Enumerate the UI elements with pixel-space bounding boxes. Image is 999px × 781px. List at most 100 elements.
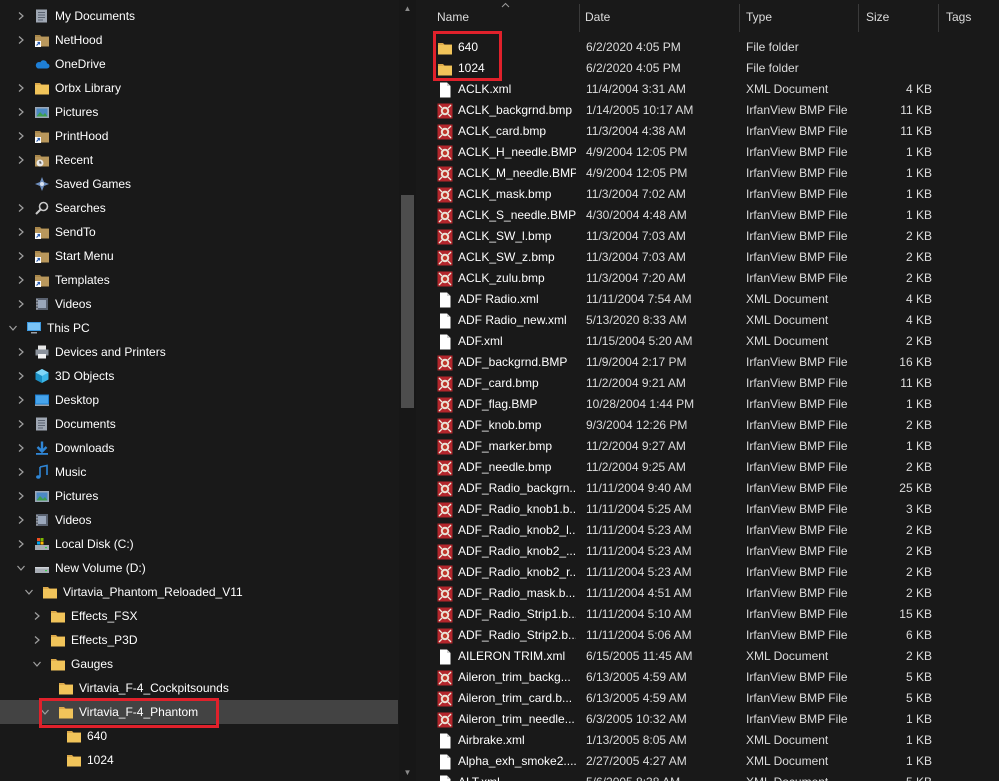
- column-header-name[interactable]: Name: [437, 10, 469, 24]
- nav-item[interactable]: Orbx Library: [0, 76, 398, 100]
- nav-item[interactable]: Downloads: [0, 436, 398, 460]
- chevron-right-icon[interactable]: [14, 4, 28, 28]
- file-row[interactable]: AILERON TRIM.xml 6/15/2005 11:45 AM XML Do…: [417, 645, 999, 666]
- chevron-right-icon[interactable]: [14, 100, 28, 124]
- nav-item[interactable]: Saved Games: [0, 172, 398, 196]
- file-row[interactable]: Airbrake.xml 1/13/2005 8:05 AM XML Documen…: [417, 729, 999, 750]
- file-row[interactable]: ACLK.xml 11/4/2004 3:31 AM XML Document 4 K…: [417, 78, 999, 99]
- nav-item[interactable]: Virtavia_Phantom_Reloaded_V11: [0, 580, 398, 604]
- nav-item[interactable]: My Documents: [0, 4, 398, 28]
- nav-item[interactable]: 3D Objects: [0, 364, 398, 388]
- chevron-right-icon[interactable]: [14, 460, 28, 484]
- file-row[interactable]: ADF_Radio_mask.b... 11/11/2004 4:51 AM Irf…: [417, 582, 999, 603]
- nav-item[interactable]: Devices and Printers: [0, 340, 398, 364]
- column-header-tags[interactable]: Tags: [946, 10, 971, 24]
- file-row[interactable]: ADF.xml 11/15/2004 5:20 AM XML Document 2 K…: [417, 330, 999, 351]
- file-row[interactable]: ADF_Radio_Strip1.b... 11/11/2004 5:10 AM I…: [417, 603, 999, 624]
- chevron-right-icon[interactable]: [14, 220, 28, 244]
- file-row[interactable]: ADF Radio_new.xml 5/13/2020 8:33 AM XML Do…: [417, 309, 999, 330]
- nav-item[interactable]: SendTo: [0, 220, 398, 244]
- file-row[interactable]: ADF_Radio_knob2_... 11/11/2004 5:23 AM Irf…: [417, 540, 999, 561]
- file-row[interactable]: ACLK_M_needle.BMP 4/9/2004 12:05 PM IrfanV…: [417, 162, 999, 183]
- file-row[interactable]: ADF_card.bmp 11/2/2004 9:21 AM IrfanView B…: [417, 372, 999, 393]
- file-row[interactable]: ADF_needle.bmp 11/2/2004 9:25 AM IrfanView…: [417, 456, 999, 477]
- file-row[interactable]: ADF_flag.BMP 10/28/2004 1:44 PM IrfanView …: [417, 393, 999, 414]
- nav-item[interactable]: This PC: [0, 316, 398, 340]
- chevron-right-icon[interactable]: [30, 628, 44, 652]
- file-row[interactable]: 640 6/2/2020 4:05 PM File folder: [417, 36, 999, 57]
- navigation-pane-scrollbar[interactable]: ▲ ▼: [399, 0, 416, 781]
- file-row[interactable]: ACLK_backgrnd.bmp 1/14/2005 10:17 AM Irfan…: [417, 99, 999, 120]
- scrollbar-thumb[interactable]: [401, 195, 414, 408]
- nav-item[interactable]: Local Disk (C:): [0, 532, 398, 556]
- file-row[interactable]: Aileron_trim_needle... 6/3/2005 10:32 AM I…: [417, 708, 999, 729]
- file-row[interactable]: Aileron_trim_card.b... 6/13/2005 4:59 AM I…: [417, 687, 999, 708]
- file-row[interactable]: ACLK_SW_z.bmp 11/3/2004 7:03 AM IrfanView …: [417, 246, 999, 267]
- nav-item[interactable]: Gauges: [0, 652, 398, 676]
- nav-item[interactable]: Effects_P3D: [0, 628, 398, 652]
- nav-item[interactable]: Desktop: [0, 388, 398, 412]
- nav-item[interactable]: New Volume (D:): [0, 556, 398, 580]
- file-row[interactable]: ACLK_card.bmp 11/3/2004 4:38 AM IrfanView …: [417, 120, 999, 141]
- file-row[interactable]: 1024 6/2/2020 4:05 PM File folder: [417, 57, 999, 78]
- chevron-right-icon[interactable]: [14, 148, 28, 172]
- nav-item[interactable]: Music: [0, 460, 398, 484]
- file-row[interactable]: ACLK_zulu.bmp 11/3/2004 7:20 AM IrfanView …: [417, 267, 999, 288]
- chevron-right-icon[interactable]: [14, 508, 28, 532]
- column-divider[interactable]: [579, 4, 580, 32]
- chevron-right-icon[interactable]: [14, 388, 28, 412]
- nav-item[interactable]: Templates: [0, 268, 398, 292]
- file-row[interactable]: ACLK_H_needle.BMP 4/9/2004 12:05 PM IrfanV…: [417, 141, 999, 162]
- nav-item[interactable]: Documents: [0, 412, 398, 436]
- nav-item[interactable]: 1024: [0, 748, 398, 772]
- column-header-type[interactable]: Type: [746, 10, 772, 24]
- file-row[interactable]: Alpha_exh_smoke2.... 2/27/2005 4:27 AM XML…: [417, 750, 999, 771]
- file-row[interactable]: ACLK_mask.bmp 11/3/2004 7:02 AM IrfanView …: [417, 183, 999, 204]
- chevron-right-icon[interactable]: [14, 244, 28, 268]
- scroll-up-arrow-icon[interactable]: ▲: [399, 0, 416, 17]
- file-row[interactable]: ACLK_SW_l.bmp 11/3/2004 7:03 AM IrfanView …: [417, 225, 999, 246]
- chevron-right-icon[interactable]: [14, 28, 28, 52]
- file-row[interactable]: ADF_Radio_knob1.b... 11/11/2004 5:25 AM Ir…: [417, 498, 999, 519]
- chevron-right-icon[interactable]: [14, 196, 28, 220]
- file-row[interactable]: ADF_knob.bmp 9/3/2004 12:26 PM IrfanView B…: [417, 414, 999, 435]
- nav-item[interactable]: Effects_FSX: [0, 604, 398, 628]
- nav-item[interactable]: Recent: [0, 148, 398, 172]
- nav-item[interactable]: Searches: [0, 196, 398, 220]
- chevron-right-icon[interactable]: [14, 364, 28, 388]
- file-row[interactable]: ACLK_S_needle.BMP 4/30/2004 4:48 AM IrfanV…: [417, 204, 999, 225]
- nav-item[interactable]: Pictures: [0, 100, 398, 124]
- nav-item[interactable]: Videos: [0, 292, 398, 316]
- file-row[interactable]: ADF_Radio_Strip2.b... 11/11/2004 5:06 AM I…: [417, 624, 999, 645]
- nav-item[interactable]: PrintHood: [0, 124, 398, 148]
- nav-item[interactable]: Virtavia_F-4_Cockpitsounds: [0, 676, 398, 700]
- chevron-right-icon[interactable]: [14, 484, 28, 508]
- file-row[interactable]: ADF_backgrnd.BMP 11/9/2004 2:17 PM IrfanVi…: [417, 351, 999, 372]
- chevron-down-icon[interactable]: [30, 652, 44, 676]
- nav-item[interactable]: Start Menu: [0, 244, 398, 268]
- chevron-right-icon[interactable]: [14, 76, 28, 100]
- column-header-size[interactable]: Size: [866, 10, 889, 24]
- chevron-right-icon[interactable]: [14, 268, 28, 292]
- nav-item[interactable]: Pictures: [0, 484, 398, 508]
- file-row[interactable]: ADF Radio.xml 11/11/2004 7:54 AM XML Docum…: [417, 288, 999, 309]
- chevron-right-icon[interactable]: [14, 532, 28, 556]
- file-row[interactable]: ADF_Radio_knob2_l... 11/11/2004 5:23 AM Ir…: [417, 519, 999, 540]
- chevron-right-icon[interactable]: [14, 292, 28, 316]
- chevron-right-icon[interactable]: [30, 604, 44, 628]
- chevron-right-icon[interactable]: [14, 436, 28, 460]
- nav-item[interactable]: OneDrive: [0, 52, 398, 76]
- scroll-down-arrow-icon[interactable]: ▼: [399, 764, 416, 781]
- column-header-date[interactable]: Date: [585, 10, 610, 24]
- column-divider[interactable]: [858, 4, 859, 32]
- file-row[interactable]: ADF_marker.bmp 11/2/2004 9:27 AM IrfanView…: [417, 435, 999, 456]
- file-row[interactable]: ADF_Radio_backgrn... 11/11/2004 9:40 AM Ir…: [417, 477, 999, 498]
- chevron-down-icon[interactable]: [14, 556, 28, 580]
- chevron-down-icon[interactable]: [22, 580, 36, 604]
- column-divider[interactable]: [938, 4, 939, 32]
- nav-item[interactable]: NetHood: [0, 28, 398, 52]
- file-row[interactable]: ALT.xml 5/6/2005 8:38 AM XML Document 5 KB: [417, 771, 999, 781]
- column-divider[interactable]: [739, 4, 740, 32]
- nav-item[interactable]: Videos: [0, 508, 398, 532]
- file-row[interactable]: ADF_Radio_knob2_r... 11/11/2004 5:23 AM Ir…: [417, 561, 999, 582]
